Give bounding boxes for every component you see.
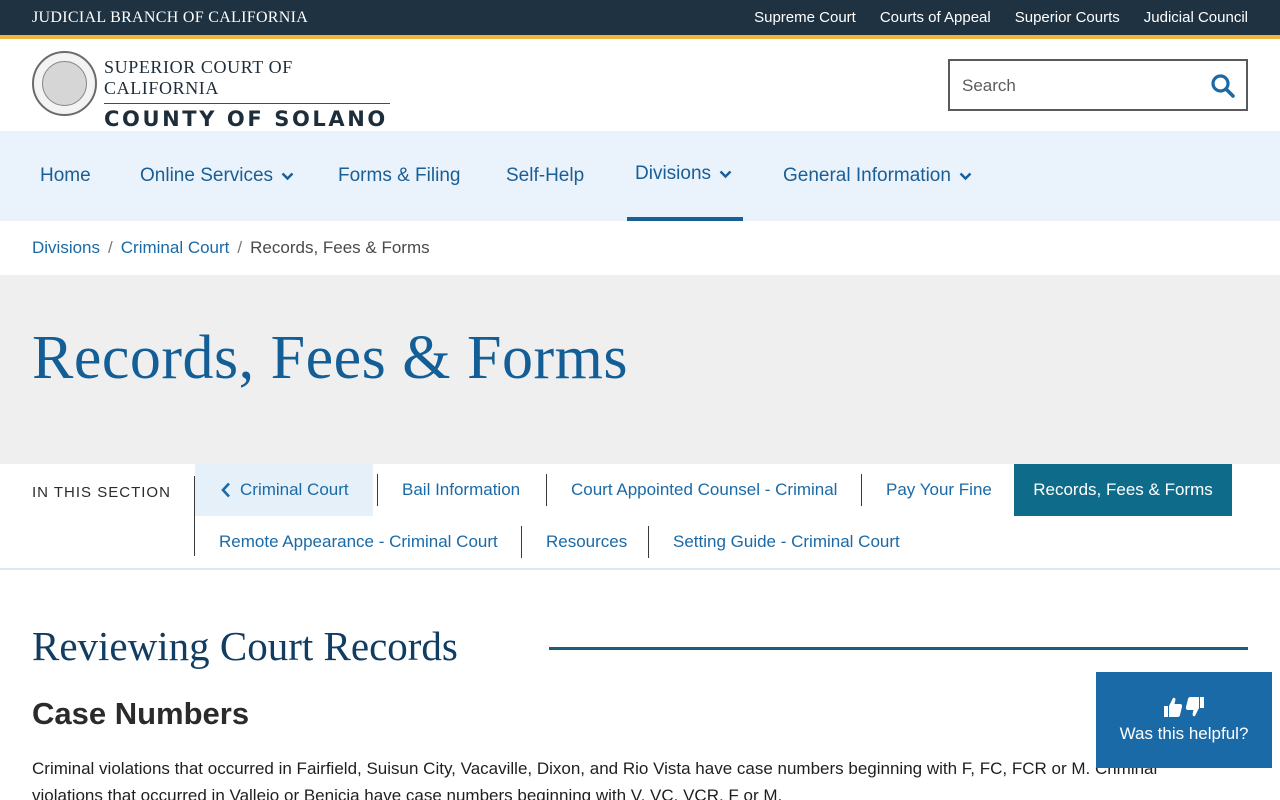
nav-item-label: Forms & Filing [338, 165, 461, 186]
top-link-judicial-council[interactable]: Judicial Council [1144, 9, 1248, 26]
nav-item-online-services[interactable]: Online Services [140, 131, 294, 221]
section-link-setting-guide[interactable]: Setting Guide - Criminal Court [649, 516, 924, 568]
section-link-pay-your-fine[interactable]: Pay Your Fine [862, 464, 1016, 516]
nav-item-divisions[interactable]: Divisions [627, 131, 743, 221]
breadcrumb-divisions[interactable]: Divisions [32, 238, 100, 258]
nav-item-home[interactable]: Home [40, 131, 91, 221]
nav-item-forms-filing[interactable]: Forms & Filing [338, 131, 460, 221]
nav-item-label: Self-Help [506, 165, 585, 186]
page-hero: Records, Fees & Forms [0, 275, 1280, 464]
feedback-label: Was this helpful? [1119, 724, 1249, 743]
subsection-heading: Case Numbers [32, 696, 250, 731]
main-nav: Home Online Services Forms & Filing Self… [0, 131, 1280, 221]
in-this-section-label: IN THIS SECTION [32, 484, 171, 501]
nav-item-label: General Information [783, 165, 951, 186]
court-seal-logo[interactable] [32, 51, 97, 116]
thumbs-up-down-icon [1163, 696, 1205, 718]
site-header: SUPERIOR COURT OF CALIFORNIA COUNTY OF S… [0, 39, 1280, 131]
top-link-superior-courts[interactable]: Superior Courts [1015, 9, 1120, 26]
nav-item-general-information[interactable]: General Information [783, 131, 972, 221]
search-icon [1211, 74, 1235, 98]
top-link-courts-of-appeal[interactable]: Courts of Appeal [880, 9, 991, 26]
chevron-down-icon [959, 172, 972, 180]
nav-item-label: Home [40, 165, 91, 186]
judicial-branch-title[interactable]: JUDICIAL BRANCH OF CALIFORNIA [32, 9, 308, 27]
breadcrumb-criminal-court[interactable]: Criminal Court [121, 238, 230, 258]
top-link-supreme-court[interactable]: Supreme Court [754, 9, 856, 26]
feedback-button[interactable]: Was this helpful? [1096, 672, 1272, 768]
site-brand[interactable]: SUPERIOR COURT OF CALIFORNIA COUNTY OF S… [104, 57, 390, 131]
section-link-bail-information[interactable]: Bail Information [378, 464, 544, 516]
chevron-down-icon [281, 172, 294, 180]
nav-item-label: Online Services [140, 165, 274, 186]
brand-court-name: SUPERIOR COURT OF CALIFORNIA [104, 57, 390, 104]
section-link-resources[interactable]: Resources [522, 516, 651, 568]
section-link-records-fees-forms[interactable]: Records, Fees & Forms [1014, 464, 1232, 516]
nav-item-label: Divisions [635, 163, 712, 184]
section-link-court-appointed-counsel[interactable]: Court Appointed Counsel - Criminal [547, 464, 861, 516]
breadcrumb: Divisions / Criminal Court / Records, Fe… [32, 238, 430, 258]
case-numbers-paragraph: Criminal violations that occurred in Fai… [32, 759, 1158, 800]
breadcrumb-separator: / [237, 238, 243, 257]
brand-county-name: COUNTY OF SOLANO [104, 107, 388, 131]
page-title: Records, Fees & Forms [32, 324, 629, 392]
search-button[interactable] [1208, 71, 1238, 101]
in-this-section: IN THIS SECTION Criminal Court Bail Info… [0, 464, 1280, 570]
breadcrumb-separator: / [108, 238, 113, 257]
chevron-left-icon [221, 482, 230, 498]
search-input[interactable] [962, 74, 1202, 98]
section-heading: Reviewing Court Records [32, 623, 458, 669]
top-links: Supreme Court Courts of Appeal Superior … [754, 9, 1248, 26]
seal-emblem [42, 61, 87, 106]
section-link-label: Criminal Court [240, 480, 349, 499]
chevron-down-icon [719, 170, 732, 178]
nav-item-self-help[interactable]: Self-Help [506, 131, 584, 221]
section-link-remote-appearance[interactable]: Remote Appearance - Criminal Court [195, 516, 522, 568]
section-link-back-criminal-court[interactable]: Criminal Court [195, 464, 373, 516]
top-utility-bar: JUDICIAL BRANCH OF CALIFORNIA Supreme Co… [0, 0, 1280, 35]
breadcrumb-current: Records, Fees & Forms [250, 238, 430, 257]
heading-rule [549, 647, 1248, 650]
search-box [948, 59, 1248, 111]
